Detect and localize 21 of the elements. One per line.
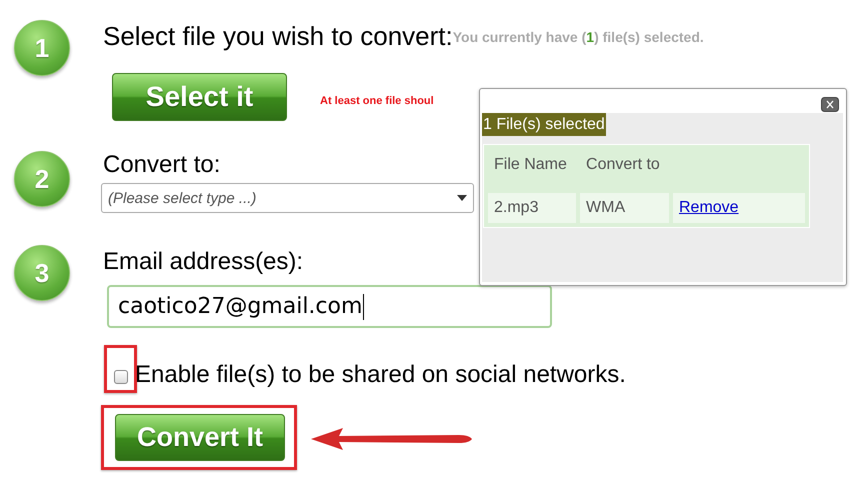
- format-dropdown[interactable]: (Please select type ...): [101, 183, 474, 213]
- warning-text: At least one file shoul: [320, 95, 434, 107]
- caret-icon: [457, 195, 467, 201]
- column-header: Convert to: [585, 155, 661, 175]
- step-heading: Convert to:: [103, 151, 220, 179]
- close-icon[interactable]: [821, 97, 839, 112]
- step-heading: Email address(es):: [103, 248, 304, 276]
- file-name-cell: 2.mp3: [488, 193, 576, 223]
- step-number: 3: [14, 245, 70, 301]
- email-field[interactable]: caotico27@gmail.com: [107, 285, 552, 328]
- step-heading: Select file you wish to convert:: [103, 20, 453, 52]
- step-number: 2: [14, 151, 70, 207]
- share-checkbox[interactable]: [114, 370, 128, 384]
- select-file-button[interactable]: Select it: [112, 73, 287, 121]
- share-label: Enable file(s) to be shared on social networks.: [135, 361, 626, 389]
- selection-count-text: You currently have (1) file(s) selected.: [452, 29, 704, 45]
- convert-button[interactable]: Convert It: [115, 414, 285, 461]
- format-cell: WMA: [580, 193, 669, 223]
- column-header: File Name: [493, 155, 568, 175]
- step-number: 1: [14, 20, 70, 76]
- selection-header: 1 File(s) selected: [482, 113, 606, 136]
